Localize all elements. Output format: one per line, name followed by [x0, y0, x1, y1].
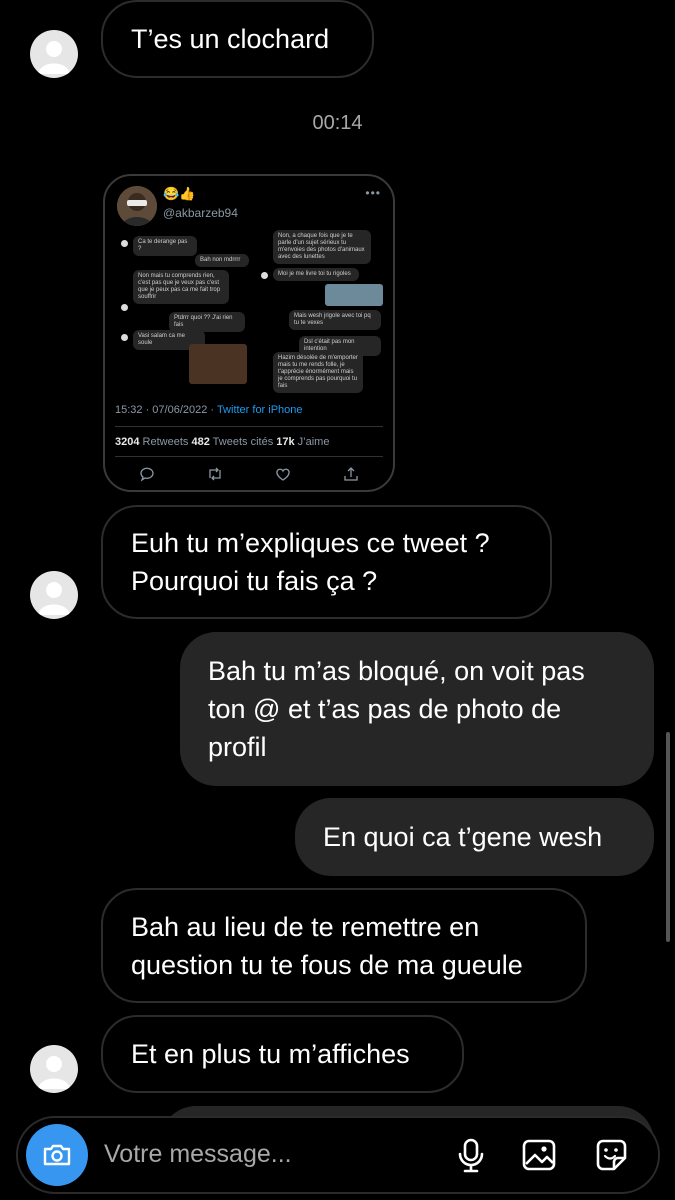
likes-count: 17k	[276, 436, 295, 448]
message-text: Bah au lieu de te remettre en question t…	[131, 911, 523, 980]
like-icon[interactable]	[275, 466, 291, 482]
mini-avatar	[261, 272, 268, 279]
gallery-icon[interactable]	[520, 1136, 558, 1174]
tweet-screenshot-image: Ca te derange pas ? Bah non mdrrrr Non m…	[113, 230, 385, 396]
avatar[interactable]	[30, 571, 78, 619]
share-icon[interactable]	[343, 466, 359, 482]
mini-avatar	[121, 304, 128, 311]
mini-message: Moi je me livre toi tu rigoles	[273, 268, 359, 281]
divider	[115, 456, 383, 457]
message-input[interactable]: Votre message...	[104, 1140, 292, 1169]
quotes-label: Tweets cités	[209, 436, 277, 448]
mini-message: Bah non mdrrrr	[195, 254, 249, 267]
message-composer[interactable]: Votre message...	[16, 1116, 660, 1194]
mini-message: Ca te derange pas ?	[133, 236, 197, 256]
message-bubble[interactable]: Et en plus tu m’affiches	[101, 1015, 464, 1093]
message-bubble[interactable]: Bah tu m’as bloqué, on voit pas ton @ et…	[180, 632, 654, 786]
message-text: Euh tu m’expliques ce tweet ? Pourquoi t…	[131, 528, 490, 596]
tweet-stats: 3204 Retweets 482 Tweets cités 17k J’aim…	[115, 436, 329, 448]
divider	[115, 426, 383, 427]
mini-message: Non, a chaque fois que je te parle d'un …	[273, 230, 371, 264]
message-bubble[interactable]: En quoi ca t’gene wesh	[295, 798, 654, 876]
mini-avatar	[121, 240, 128, 247]
mini-photo	[189, 344, 247, 384]
reply-icon[interactable]	[139, 466, 155, 482]
mini-message: Mais wesh jrigole avec toi pq tu te vexe…	[289, 310, 381, 330]
mini-message: Hazim désolée de m'emporter mais tu me r…	[273, 352, 363, 393]
tweet-author-name-emoji: 😂👍	[163, 186, 196, 201]
camera-icon	[43, 1144, 71, 1166]
mini-message: Ptdrrr quoi ?? J'ai rien fais	[169, 312, 245, 332]
tweet-source-link[interactable]: Twitter for iPhone	[217, 404, 303, 416]
more-options-icon[interactable]: •••	[365, 186, 381, 200]
mini-message: Non mais tu comprends rien, c'est pas qu…	[133, 270, 229, 304]
message-bubble[interactable]: Euh tu m’expliques ce tweet ? Pourquoi t…	[101, 505, 552, 619]
tweet-date-and-source: 15:32 · 07/06/2022 · Twitter for iPhone	[115, 404, 303, 416]
sticker-icon[interactable]	[592, 1136, 630, 1174]
message-text: T’es un clochard	[131, 24, 330, 54]
mini-avatar	[121, 334, 128, 341]
avatar[interactable]	[30, 30, 78, 78]
mini-photo	[325, 284, 383, 306]
message-text: Bah tu m’as bloqué, on voit pas ton @ et…	[208, 656, 585, 762]
message-text: Et en plus tu m’affiches	[131, 1039, 410, 1069]
tweet-datetime: 15:32 · 07/06/2022 ·	[115, 404, 217, 416]
message-text: En quoi ca t’gene wesh	[323, 822, 603, 852]
avatar[interactable]	[30, 1045, 78, 1093]
tweet-author-avatar	[117, 186, 157, 226]
message-bubble[interactable]: T’es un clochard	[101, 0, 374, 78]
microphone-icon[interactable]	[452, 1136, 490, 1174]
retweets-count: 3204	[115, 436, 140, 448]
timestamp: 00:14	[312, 112, 363, 134]
message-bubble[interactable]: Bah au lieu de te remettre en question t…	[101, 888, 587, 1003]
retweet-icon[interactable]	[207, 466, 223, 482]
tweet-action-bar	[139, 466, 359, 482]
quotes-count: 482	[191, 436, 210, 448]
camera-button[interactable]	[26, 1124, 88, 1186]
likes-label: J’aime	[294, 436, 330, 448]
scrollbar[interactable]	[666, 732, 670, 942]
tweet-handle: @akbarzeb94	[163, 206, 238, 220]
shared-tweet-card[interactable]: 😂👍 @akbarzeb94 ••• Ca te derange pas ? B…	[103, 174, 395, 492]
retweets-label: Retweets	[139, 436, 192, 448]
